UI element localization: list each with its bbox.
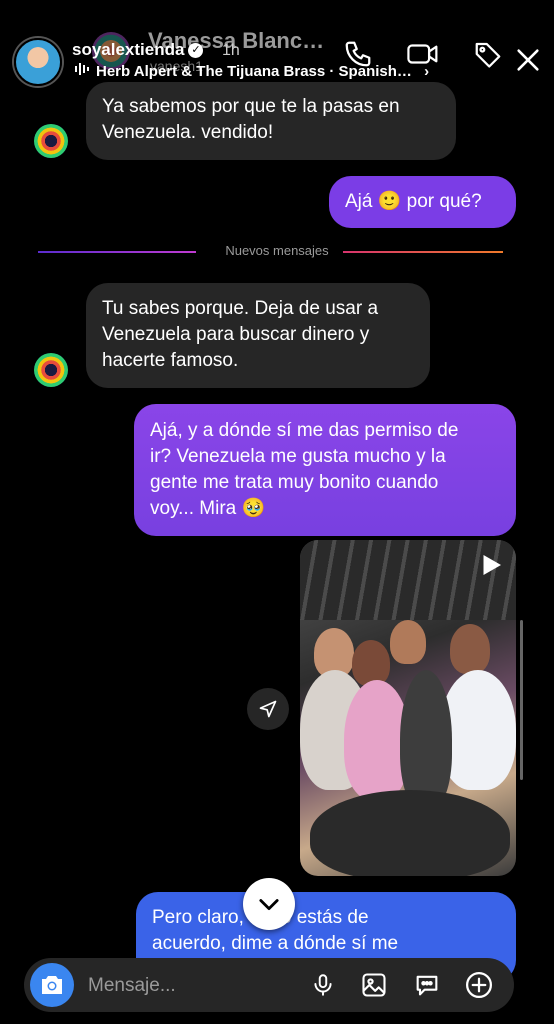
message-line: Ya sabemos por que te la pasas en: [102, 96, 400, 117]
contact-avatar[interactable]: [34, 353, 68, 387]
send-arrow-icon: [259, 700, 277, 718]
message-line: voy... Mira 🥹: [150, 498, 266, 519]
video-floor: [310, 790, 510, 876]
story-username-text: soyalextienda: [72, 40, 185, 59]
shared-video[interactable]: [300, 540, 516, 876]
story-username[interactable]: soyalextienda ✓: [72, 40, 204, 60]
message-line: hacerte famoso.: [102, 350, 239, 371]
message-line: gente me trata muy bonito cuando: [150, 472, 439, 493]
message-line: ir? Venezuela me gusta mucho y la: [150, 446, 446, 467]
camera-icon: [42, 976, 62, 994]
story-timestamp: 1h: [222, 42, 240, 59]
verified-badge-icon: ✓: [188, 43, 204, 59]
message-line: Tu sabes porque. Deja de usar a: [102, 298, 379, 319]
message-line: Venezuela. vendido!: [102, 122, 274, 143]
close-icon[interactable]: [510, 42, 546, 78]
scroll-to-bottom-button[interactable]: [243, 878, 295, 930]
chevron-down-icon: [259, 899, 279, 911]
video-person: [400, 670, 452, 810]
message-input[interactable]: [86, 970, 290, 1002]
contact-avatar[interactable]: [34, 124, 68, 158]
phone-icon[interactable]: [340, 36, 376, 72]
message-line: Ajá 🙂 por qué?: [345, 191, 482, 212]
divider-line-right: [343, 251, 503, 253]
audio-bars-icon: [74, 62, 90, 80]
video-person: [390, 620, 426, 664]
message-line: Pero claro, tú no estás de: [152, 907, 369, 928]
video-call-icon[interactable]: [405, 36, 441, 72]
message-received[interactable]: Ya sabemos por que te la pasas en Venezu…: [86, 82, 456, 160]
story-user-avatar[interactable]: [14, 38, 62, 86]
message-sent[interactable]: Ajá, y a dónde sí me das permiso de ir? …: [134, 404, 516, 536]
video-person: [352, 640, 390, 686]
message-line: acuerdo, dime a dónde sí me: [152, 933, 399, 954]
camera-button[interactable]: [30, 963, 74, 1007]
message-sent[interactable]: Ajá 🙂 por qué?: [329, 176, 516, 228]
sticker-icon[interactable]: [407, 965, 447, 1005]
message-line: Ajá, y a dónde sí me das permiso de: [150, 420, 459, 441]
gallery-icon[interactable]: [354, 965, 394, 1005]
play-icon[interactable]: [476, 550, 506, 585]
tag-icon[interactable]: [470, 36, 506, 72]
video-person: [450, 624, 490, 674]
share-button[interactable]: [247, 688, 289, 730]
scrollbar[interactable]: [520, 620, 523, 780]
message-received[interactable]: Tu sabes porque. Deja de usar a Venezuel…: [86, 283, 430, 388]
plus-icon[interactable]: [459, 965, 499, 1005]
message-line: Venezuela para buscar dinero y: [102, 324, 370, 345]
microphone-icon[interactable]: [303, 965, 343, 1005]
